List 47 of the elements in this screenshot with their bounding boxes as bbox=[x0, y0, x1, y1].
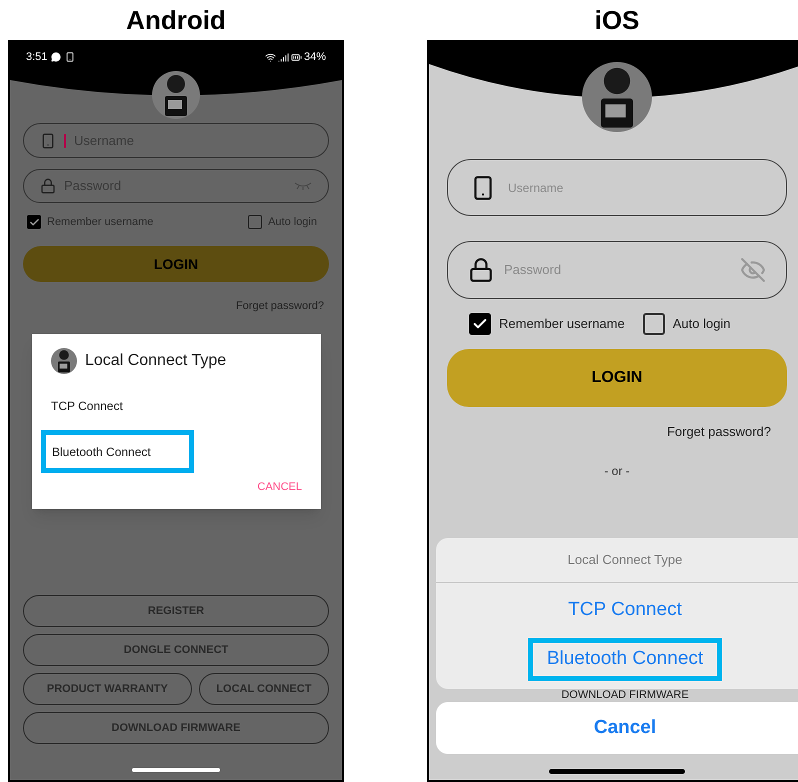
checkbox-label: Auto login bbox=[268, 214, 317, 230]
checkbox[interactable] bbox=[642, 313, 665, 335]
checkbox-label: Auto login bbox=[672, 315, 731, 334]
lock-icon bbox=[468, 257, 494, 283]
check-icon bbox=[28, 216, 40, 228]
checkbox-label: Remember username bbox=[47, 214, 154, 230]
checkbox[interactable] bbox=[248, 215, 262, 229]
battery-icon bbox=[290, 52, 302, 62]
password-placeholder: Password bbox=[504, 261, 562, 280]
cancel-button[interactable]: CANCEL bbox=[257, 479, 302, 496]
username-placeholder: Username bbox=[508, 180, 564, 196]
lock-icon bbox=[40, 178, 56, 194]
menu-button[interactable]: LOCAL CONNECT bbox=[198, 673, 329, 705]
dialog-title: Local Connect Type bbox=[85, 351, 226, 371]
menu-button[interactable]: PRODUCT WARRANTY bbox=[23, 673, 192, 705]
logo-icon bbox=[152, 71, 200, 119]
cancel-button[interactable]: Cancel bbox=[436, 702, 798, 754]
menu-button-label[interactable]: DOWNLOAD FIRMWARE bbox=[561, 690, 689, 701]
text-cursor bbox=[64, 134, 66, 148]
separator-text: - or - bbox=[604, 462, 630, 480]
checkbox[interactable] bbox=[469, 313, 491, 335]
login-button[interactable]: LOGIN bbox=[23, 246, 329, 282]
forgot-password-link[interactable]: Forget password? bbox=[236, 298, 324, 314]
action-sheet-option[interactable]: Bluetooth Connect bbox=[528, 638, 722, 681]
wifi-icon bbox=[264, 52, 276, 62]
menu-button[interactable]: DONGLE CONNECT bbox=[23, 634, 329, 666]
status-time: 3:51 bbox=[26, 50, 48, 65]
dialog-option[interactable]: TCP Connect bbox=[41, 384, 133, 427]
platform-heading: iOS bbox=[594, 4, 640, 36]
menu-button[interactable]: DOWNLOAD FIRMWARE bbox=[23, 712, 329, 744]
menu-button[interactable]: REGISTER bbox=[23, 595, 329, 627]
battery-percent: 34% bbox=[304, 50, 326, 65]
dialog-option[interactable]: Bluetooth Connect bbox=[41, 430, 194, 473]
password-field[interactable]: Password bbox=[447, 241, 787, 299]
username-field[interactable]: Username bbox=[447, 159, 787, 216]
action-sheet-title: Local Connect Type bbox=[568, 551, 682, 570]
phone-icon bbox=[65, 52, 76, 62]
chat-icon bbox=[51, 52, 62, 62]
platform-heading: Android bbox=[126, 4, 226, 36]
logo-icon bbox=[51, 348, 77, 374]
checkbox-label: Remember username bbox=[499, 315, 625, 334]
phone-icon bbox=[40, 132, 56, 148]
checkbox[interactable] bbox=[27, 215, 41, 229]
action-sheet-option[interactable]: TCP Connect bbox=[554, 589, 696, 632]
login-button[interactable]: LOGIN bbox=[447, 349, 787, 407]
forgot-password-link[interactable]: Forget password? bbox=[666, 422, 771, 442]
logo-icon bbox=[582, 62, 652, 132]
